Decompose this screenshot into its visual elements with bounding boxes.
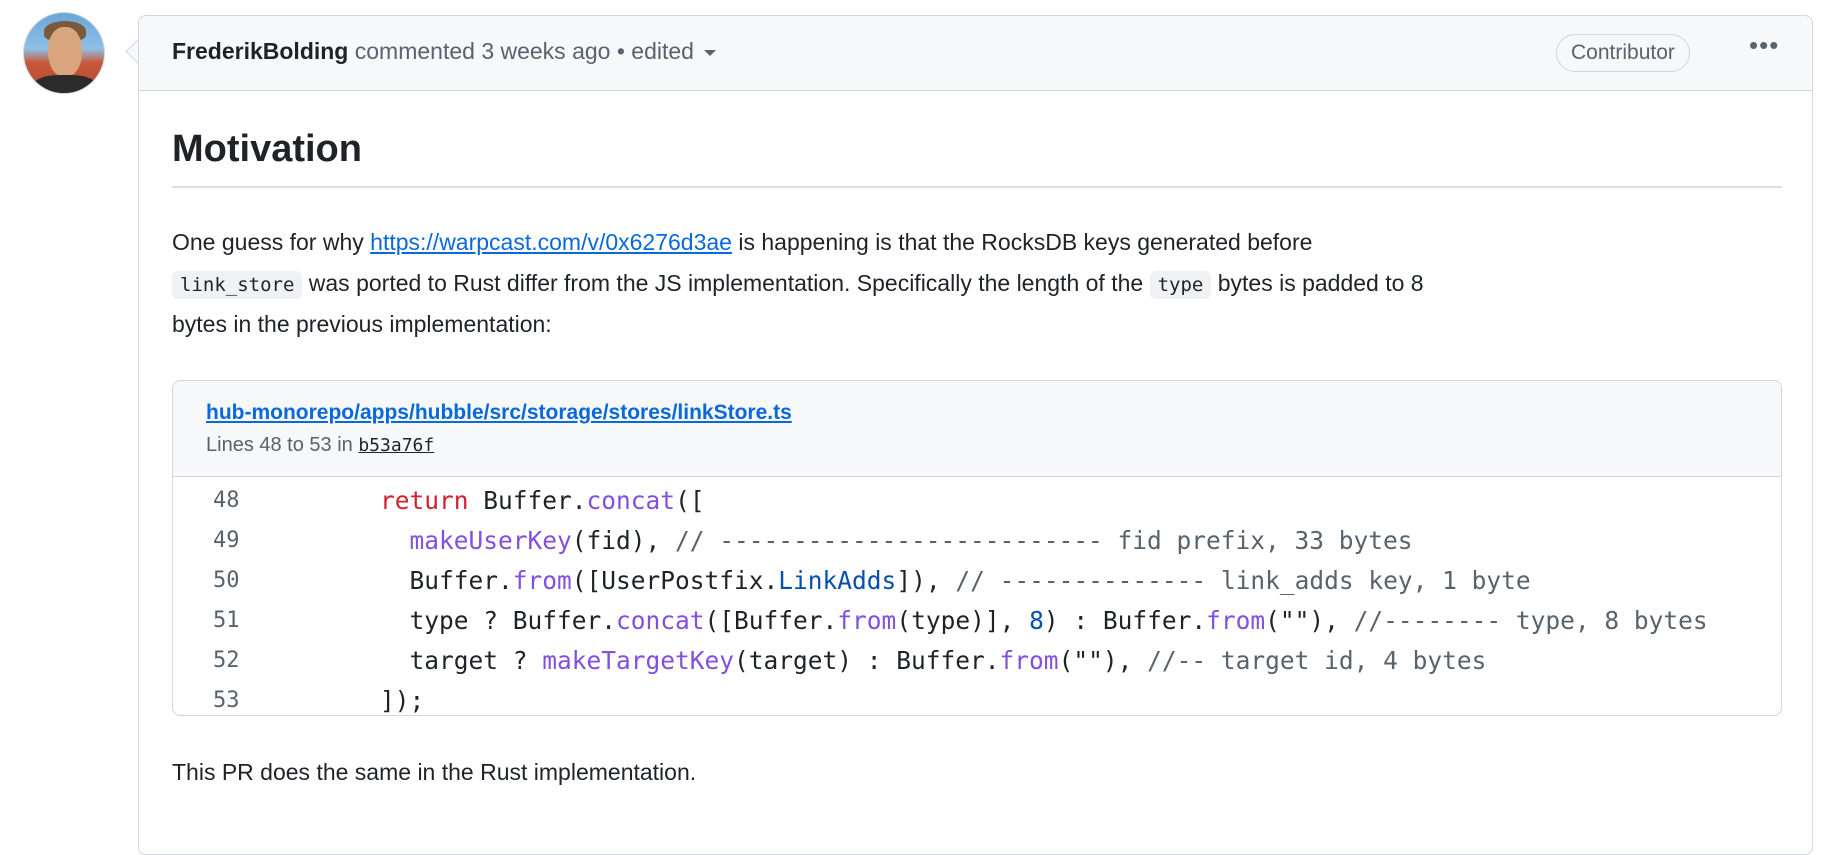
code-token: from [1206,606,1266,635]
code-token: makeUserKey [409,526,572,555]
code-token: target ? [321,646,543,675]
code-token: // -------------------------- fid prefix… [675,526,1413,555]
inline-code: type [1149,271,1212,299]
paragraph-line: bytes in the previous implementation: [172,311,552,337]
warpcast-link[interactable]: https://warpcast.com/v/0x6276d3ae [370,229,732,255]
code-token: ]); [321,686,425,715]
line-number[interactable]: 52 [213,641,253,681]
text: One guess for why [172,229,371,255]
code-token: ) : Buffer. [1043,606,1207,635]
author-link[interactable]: FrederikBolding [172,38,348,64]
comment-meta: FrederikBolding commented 3 weeks ago • … [172,38,716,65]
inline-code: link_store [172,271,303,299]
snippet-header: hub-monorepo/apps/hubble/src/storage/sto… [173,381,1781,477]
text: is happening is that the RocksDB keys ge… [731,229,1313,255]
code-token: 8 [1029,606,1044,635]
code-token: ([UserPostfix. [571,566,779,595]
code-token: (target) : Buffer. [734,646,1000,675]
code-token: return [380,486,469,515]
code-text: return Buffer.concat([ [321,481,705,521]
code-token: ]), [896,566,956,595]
chevron-down-icon [703,49,716,56]
snippet-lines-info: Lines 48 to 53 in b53a76f [206,434,434,457]
code-token: ([Buffer. [704,606,838,635]
code-text: ]); [321,681,425,715]
paragraph: This PR does the same in the Rust implem… [172,759,697,785]
code-token: // -------------- link_adds key, 1 byte [955,566,1531,595]
code-text: Buffer.from([UserPostfix.LinkAdds]), // … [321,561,1531,601]
code-token: Buffer. [468,486,587,515]
heading-motivation: Motivation [172,128,362,170]
comment-action: commented [354,38,475,64]
code-token: (""), [1058,646,1148,675]
code-token: concat [616,606,705,635]
code-text: type ? Buffer.concat([Buffer.from(type)]… [321,601,1708,641]
code-token: from [999,646,1059,675]
code-token: LinkAdds [778,566,897,595]
code-lines: 48 return Buffer.concat([49 makeUserKey(… [173,477,1781,715]
text: was ported to Rust differ from the JS im… [302,270,1150,296]
meta-separator: • [616,38,625,64]
line-number[interactable]: 49 [213,521,253,561]
code-line: 50 Buffer.from([UserPostfix.LinkAdds]), … [173,561,1781,601]
lines-label: Lines 48 to 53 in [206,434,353,456]
code-token: ([ [675,486,705,515]
code-token: Buffer. [321,566,513,595]
code-line: 48 return Buffer.concat([ [173,481,1781,521]
edited-dropdown[interactable]: edited [631,38,716,64]
avatar-face [48,27,82,77]
avatar-shirt [32,75,98,93]
comment-time[interactable]: 3 weeks ago [481,38,610,64]
code-token: (type)], [896,606,1030,635]
text: bytes is padded to 8 [1211,270,1424,296]
line-number[interactable]: 48 [213,481,253,521]
line-number[interactable]: 53 [213,681,253,715]
code-line: 51 type ? Buffer.concat([Buffer.from(typ… [173,601,1781,641]
code-token: type ? Buffer. [321,606,617,635]
comment-header: FrederikBolding commented 3 weeks ago • … [139,16,1812,91]
edited-label: edited [631,38,694,64]
paragraph-line: link_store was ported to Rust differ fro… [172,263,1424,306]
author-avatar[interactable] [23,12,105,94]
code-line: 52 target ? makeTargetKey(target) : Buff… [173,641,1781,681]
heading-divider [172,186,1782,188]
file-path-link[interactable]: hub-monorepo/apps/hubble/src/storage/sto… [206,401,792,425]
code-snippet: hub-monorepo/apps/hubble/src/storage/sto… [172,380,1782,716]
code-token: concat [586,486,676,515]
code-token: //-- target id, 4 bytes [1147,646,1487,675]
code-text: target ? makeTargetKey(target) : Buffer.… [321,641,1487,681]
code-token: makeTargetKey [542,646,735,675]
code-token: //-------- type, 8 bytes [1353,606,1708,635]
line-number[interactable]: 51 [213,601,253,641]
code-line: 49 makeUserKey(fid), // ----------------… [173,521,1781,561]
code-token: from [512,566,572,595]
commit-sha-link[interactable]: b53a76f [358,435,434,456]
contributor-badge: Contributor [1556,34,1690,72]
code-token: from [837,606,897,635]
code-token: (fid), [571,526,676,555]
paragraph-line: One guess for why https://warpcast.com/v… [172,222,1312,263]
code-token: (""), [1265,606,1354,635]
code-line: 53 ]); [173,681,1781,715]
code-text: makeUserKey(fid), // -------------------… [321,521,1413,561]
more-options-icon[interactable]: ••• [1749,30,1779,61]
line-number[interactable]: 50 [213,561,253,601]
